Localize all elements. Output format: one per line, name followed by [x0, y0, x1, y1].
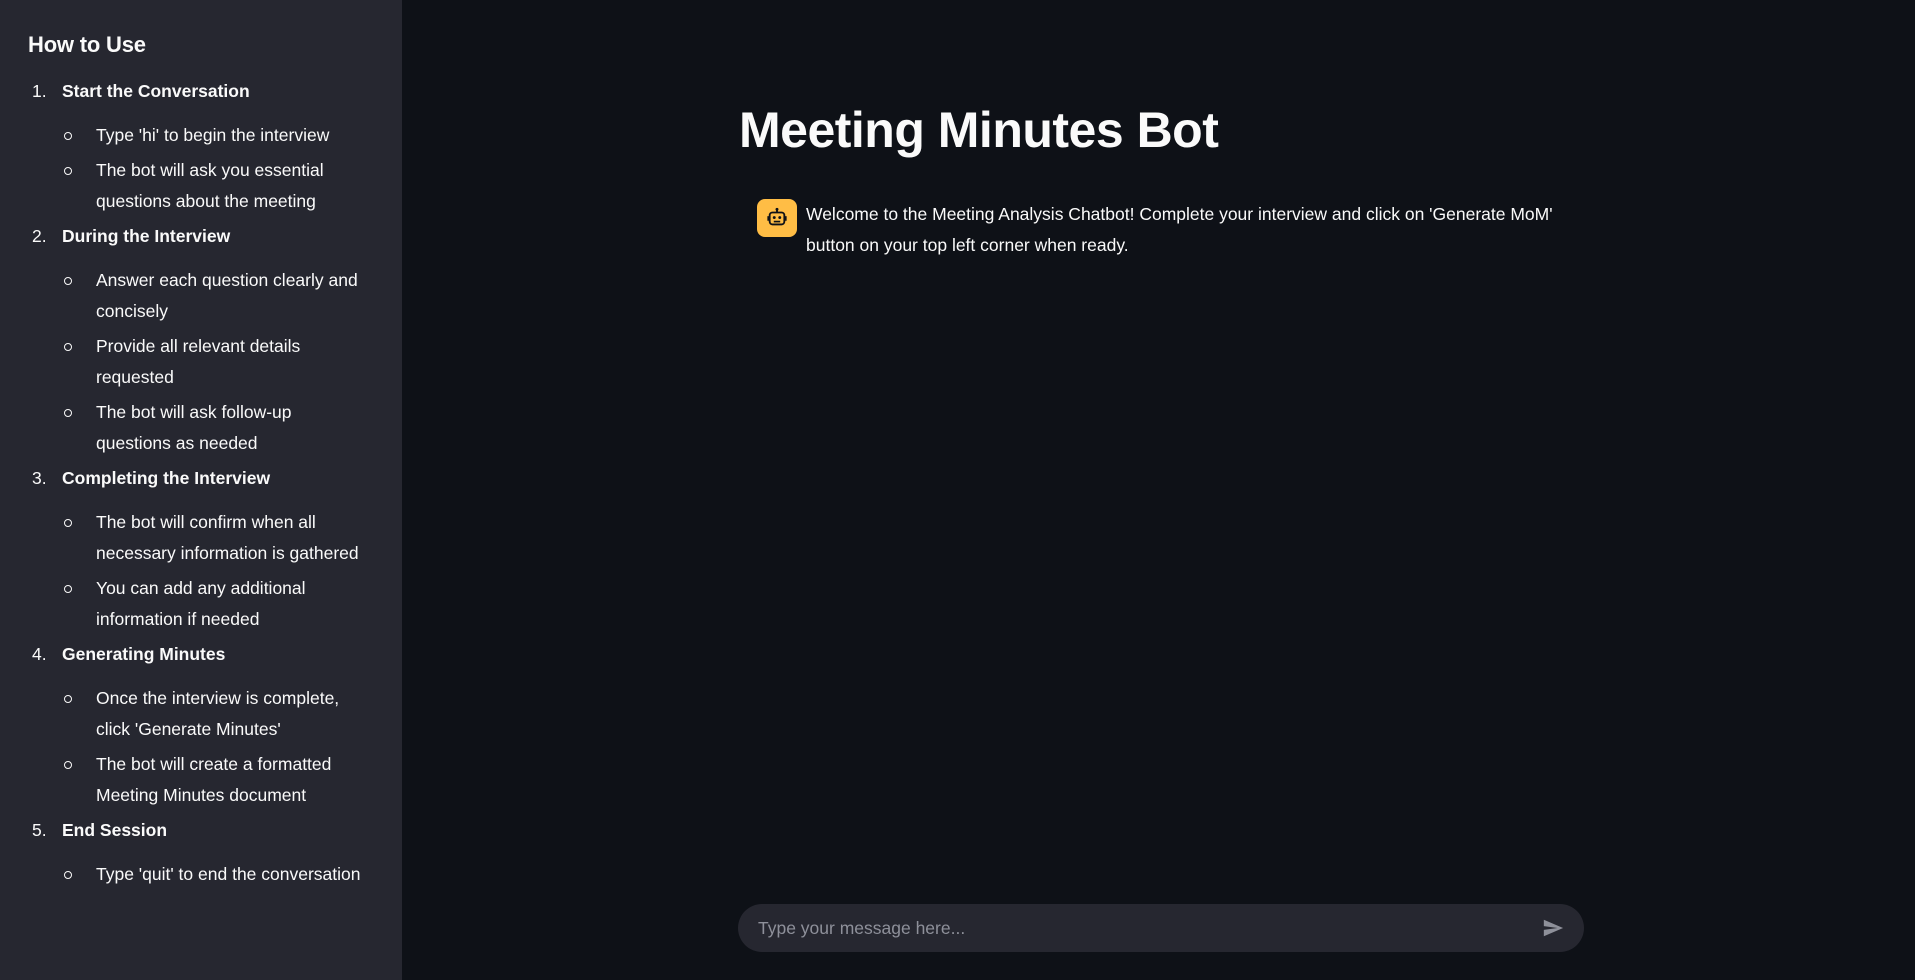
- step-item: 1. Start the Conversation Type 'hi' to beg…: [28, 76, 374, 217]
- step-item: 2. During the Interview Answer each questi…: [28, 221, 374, 459]
- step-heading: 1. Start the Conversation: [28, 76, 374, 106]
- substep-item: The bot will confirm when all necessary …: [62, 507, 374, 569]
- assistant-message: Welcome to the Meeting Analysis Chatbot!…: [757, 199, 1597, 261]
- substep-text: Type 'hi' to begin the interview: [96, 125, 330, 145]
- circle-bullet-icon: [64, 409, 72, 417]
- step-item: 5. End Session Type 'quit' to end the conv…: [28, 815, 374, 890]
- step-title: End Session: [62, 820, 168, 840]
- step-number: 2.: [32, 226, 47, 246]
- substep-text: Type 'quit' to end the conversation: [96, 864, 361, 884]
- substep-item: Answer each question clearly and concise…: [62, 265, 374, 327]
- sidebar: How to Use 1. Start the Conversation Type …: [0, 0, 402, 980]
- substep-item: Provide all relevant details requested: [62, 331, 374, 393]
- step-substeps: The bot will confirm when all necessary …: [28, 507, 374, 635]
- step-substeps: Once the interview is complete, click 'G…: [28, 683, 374, 811]
- step-substeps: Type 'quit' to end the conversation: [28, 859, 374, 890]
- send-icon[interactable]: [1540, 915, 1566, 941]
- step-title: Completing the Interview: [62, 468, 271, 488]
- sidebar-heading: How to Use: [28, 32, 146, 57]
- substep-item: You can add any additional information i…: [62, 573, 374, 635]
- step-number: 1.: [32, 81, 47, 101]
- substep-item: Type 'hi' to begin the interview: [62, 120, 374, 151]
- circle-bullet-icon: [64, 167, 72, 175]
- substep-text: Once the interview is complete, click 'G…: [96, 688, 340, 739]
- step-heading: 4. Generating Minutes: [28, 639, 374, 669]
- robot-icon: [757, 199, 797, 237]
- substep-item: Type 'quit' to end the conversation: [62, 859, 374, 890]
- substep-text: The bot will confirm when all necessary …: [96, 512, 359, 563]
- substep-item: The bot will create a formatted Meeting …: [62, 749, 374, 811]
- steps-list: 1. Start the Conversation Type 'hi' to beg…: [28, 76, 374, 890]
- step-heading: 2. During the Interview: [28, 221, 374, 251]
- step-title: During the Interview: [62, 226, 231, 246]
- substep-text: The bot will ask you essential questions…: [96, 160, 324, 211]
- page-title: Meeting Minutes Bot: [739, 102, 1219, 158]
- step-heading: 5. End Session: [28, 815, 374, 845]
- circle-bullet-icon: [64, 277, 72, 285]
- message-text: Welcome to the Meeting Analysis Chatbot!…: [806, 204, 1553, 255]
- substep-item: The bot will ask you essential questions…: [62, 155, 374, 217]
- substep-item: Once the interview is complete, click 'G…: [62, 683, 374, 745]
- substep-item: The bot will ask follow-up questions as …: [62, 397, 374, 459]
- circle-bullet-icon: [64, 585, 72, 593]
- app: How to Use 1. Start the Conversation Type …: [0, 0, 1915, 980]
- step-item: 4. Generating Minutes Once the interview i…: [28, 639, 374, 811]
- substep-text: Answer each question clearly and concise…: [96, 270, 358, 321]
- circle-bullet-icon: [64, 343, 72, 351]
- substep-text: Provide all relevant details requested: [96, 336, 301, 387]
- step-substeps: Type 'hi' to begin the interview The bot …: [28, 120, 374, 217]
- step-item: 3. Completing the Interview The bot will c…: [28, 463, 374, 635]
- step-title: Start the Conversation: [62, 81, 250, 101]
- step-number: 3.: [32, 468, 47, 488]
- step-heading: 3. Completing the Interview: [28, 463, 374, 493]
- substep-text: The bot will ask follow-up questions as …: [96, 402, 292, 453]
- main-content: Meeting Minutes Bot Welcome to the Meeti…: [402, 0, 1915, 980]
- step-substeps: Answer each question clearly and concise…: [28, 265, 374, 459]
- circle-bullet-icon: [64, 695, 72, 703]
- step-number: 5.: [32, 820, 47, 840]
- substep-text: The bot will create a formatted Meeting …: [96, 754, 332, 805]
- circle-bullet-icon: [64, 519, 72, 527]
- step-title: Generating Minutes: [62, 644, 226, 664]
- circle-bullet-icon: [64, 871, 72, 879]
- circle-bullet-icon: [64, 132, 72, 140]
- chat-input-bar[interactable]: [738, 904, 1584, 952]
- chat-input[interactable]: [758, 917, 1540, 939]
- circle-bullet-icon: [64, 761, 72, 769]
- substep-text: You can add any additional information i…: [96, 578, 306, 629]
- step-number: 4.: [32, 644, 47, 664]
